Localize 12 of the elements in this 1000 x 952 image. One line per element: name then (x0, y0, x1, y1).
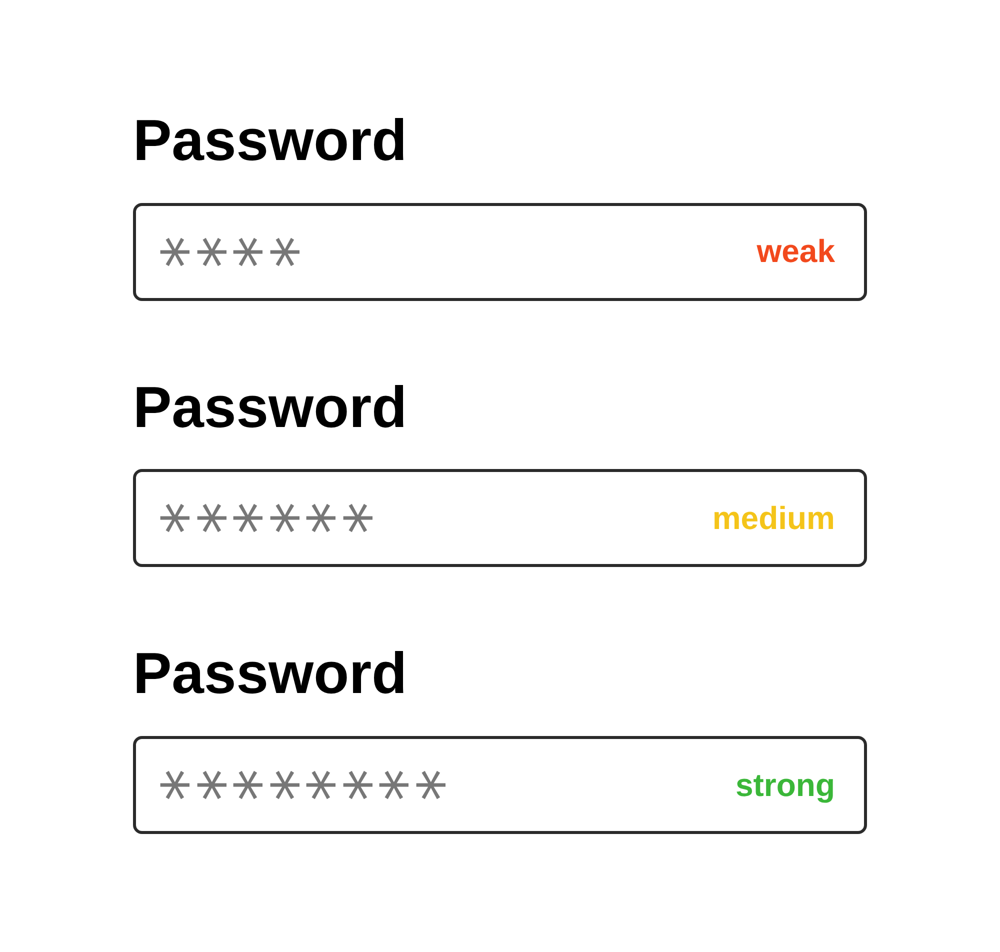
strength-label: weak (756, 233, 835, 270)
password-field[interactable]: **** weak (133, 202, 867, 301)
strength-label: strong (735, 766, 835, 804)
field-label: Password (133, 374, 407, 442)
password-value: ******** (162, 768, 454, 803)
field-label: Password (133, 108, 407, 175)
password-value: ****** (162, 501, 381, 536)
password-field[interactable]: ******** strong (133, 736, 867, 834)
strength-label: medium (712, 500, 835, 537)
field-label: Password (133, 641, 407, 708)
password-field[interactable]: ****** medium (133, 469, 867, 568)
password-value: **** (162, 234, 308, 270)
